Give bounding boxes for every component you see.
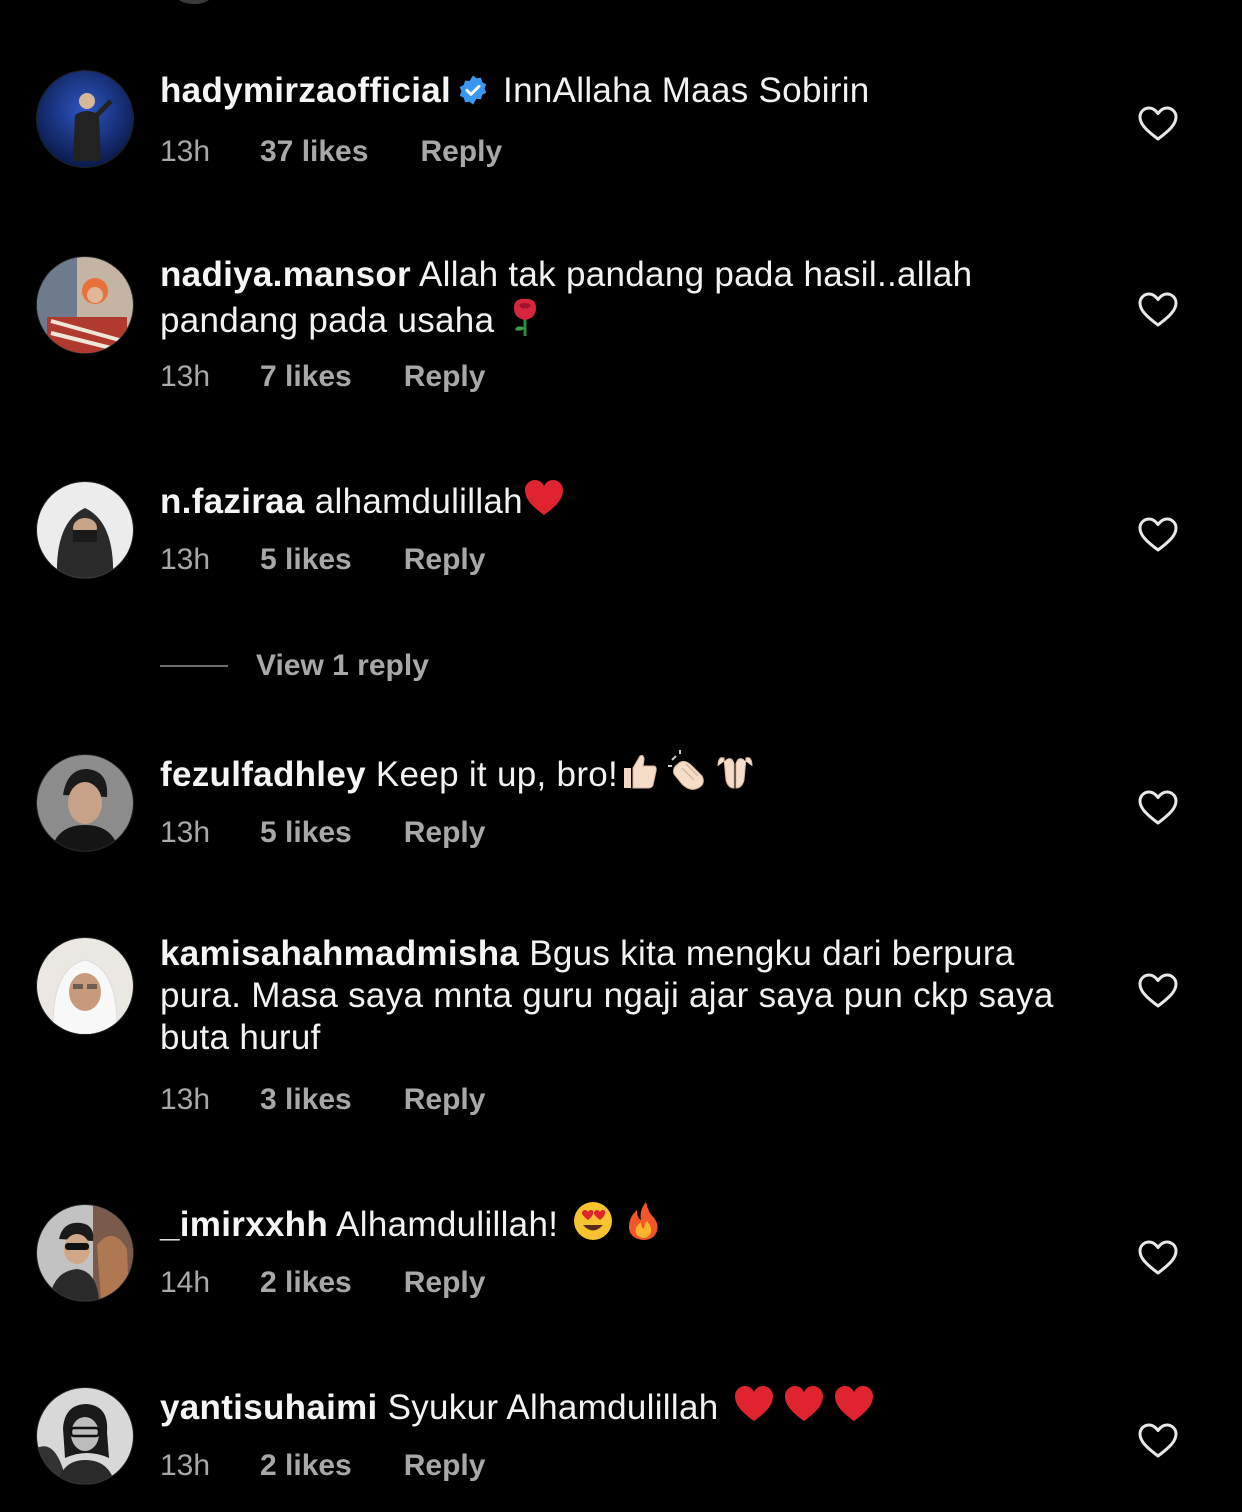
comment-time: 13h bbox=[160, 543, 211, 576]
view-replies-button[interactable]: View 1 reply bbox=[160, 646, 429, 686]
comment-username[interactable]: n.faziraa bbox=[160, 482, 305, 521]
comment-meta: 14h 2 likes Reply bbox=[160, 1265, 485, 1301]
like-heart-icon[interactable] bbox=[1138, 1423, 1178, 1459]
comment-text: InnAllaha Maas Sobirin bbox=[503, 71, 870, 110]
comment-username[interactable]: fezulfadhley bbox=[160, 755, 366, 794]
rose-emoji-icon bbox=[504, 296, 546, 338]
comment-time: 13h bbox=[160, 360, 211, 393]
comment-text: Keep it up, bro! bbox=[375, 755, 619, 794]
comment-likes[interactable]: 2 likes bbox=[260, 1448, 352, 1484]
comment-likes[interactable]: 2 likes bbox=[260, 1265, 352, 1301]
comment-username[interactable]: nadiya.mansor bbox=[160, 255, 411, 294]
reply-button[interactable]: Reply bbox=[404, 359, 486, 395]
comment-meta: 13h 5 likes Reply bbox=[160, 542, 485, 578]
reply-button[interactable]: Reply bbox=[404, 1082, 486, 1118]
view-replies-label: View 1 reply bbox=[256, 649, 429, 682]
clapping-hands-emoji-icon bbox=[666, 750, 708, 792]
like-heart-icon[interactable] bbox=[1138, 790, 1178, 826]
red-heart-emoji-icon bbox=[783, 1383, 825, 1425]
comment-likes[interactable]: 7 likes bbox=[260, 359, 352, 395]
heart-eyes-emoji-icon bbox=[572, 1200, 614, 1242]
comment-meta: 13h 7 likes Reply bbox=[160, 359, 485, 395]
comment-time: 13h bbox=[160, 1083, 211, 1116]
comment-text: Syukur Alhamdulillah bbox=[387, 1388, 719, 1427]
avatar[interactable] bbox=[36, 1204, 134, 1302]
like-heart-icon[interactable] bbox=[1138, 517, 1178, 553]
comment-username[interactable]: kamisahahmadmisha bbox=[160, 934, 519, 973]
comment-meta: 13h 3 likes Reply bbox=[160, 1082, 485, 1118]
divider-line bbox=[160, 665, 228, 667]
comment-text: alhamdulillah bbox=[314, 482, 523, 521]
reply-button[interactable]: Reply bbox=[404, 542, 486, 578]
avatar[interactable] bbox=[36, 481, 134, 579]
avatar[interactable] bbox=[36, 1387, 134, 1485]
comment-likes[interactable]: 37 likes bbox=[260, 134, 368, 170]
avatar[interactable] bbox=[36, 754, 134, 852]
comment-time: 13h bbox=[160, 135, 211, 168]
reply-button[interactable]: Reply bbox=[404, 1265, 486, 1301]
thumbs-up-emoji-icon bbox=[618, 750, 660, 792]
like-heart-icon[interactable] bbox=[1138, 973, 1178, 1009]
avatar[interactable] bbox=[36, 70, 134, 168]
comment-time: 13h bbox=[160, 816, 211, 849]
verified-badge-icon bbox=[457, 74, 489, 106]
comment-likes[interactable]: 5 likes bbox=[260, 815, 352, 851]
comment-meta: 13h 37 likes Reply bbox=[160, 134, 502, 170]
reply-button[interactable]: Reply bbox=[404, 1448, 486, 1484]
avatar[interactable] bbox=[36, 256, 134, 354]
comment-time: 13h bbox=[160, 1449, 211, 1482]
palms-up-emoji-icon bbox=[714, 750, 756, 792]
like-heart-icon[interactable] bbox=[1138, 106, 1178, 142]
like-heart-icon[interactable] bbox=[1138, 292, 1178, 328]
comment-likes[interactable]: 3 likes bbox=[260, 1082, 352, 1118]
comment-meta: 13h 2 likes Reply bbox=[160, 1448, 485, 1484]
reply-button[interactable]: Reply bbox=[404, 815, 486, 851]
red-heart-emoji-icon bbox=[833, 1383, 875, 1425]
comment-text: Alhamdulillah! bbox=[336, 1205, 559, 1244]
comment-username[interactable]: hadymirzaofficial bbox=[160, 71, 451, 110]
fire-emoji-icon bbox=[622, 1200, 664, 1242]
comment-time: 14h bbox=[160, 1266, 211, 1299]
avatar[interactable] bbox=[36, 937, 134, 1035]
red-heart-emoji-icon bbox=[733, 1383, 775, 1425]
comment-username[interactable]: yantisuhaimi bbox=[160, 1388, 378, 1427]
reply-button[interactable]: Reply bbox=[420, 134, 502, 170]
comment-likes[interactable]: 5 likes bbox=[260, 542, 352, 578]
partial-avatar bbox=[176, 0, 212, 4]
red-heart-emoji-icon bbox=[523, 477, 565, 519]
like-heart-icon[interactable] bbox=[1138, 1240, 1178, 1276]
comment-username[interactable]: _imirxxhh bbox=[160, 1205, 328, 1244]
comment-meta: 13h 5 likes Reply bbox=[160, 815, 485, 851]
